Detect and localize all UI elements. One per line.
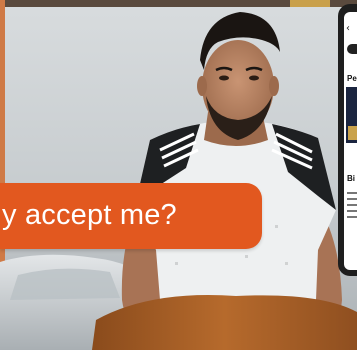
phone-text-2: Bi: [347, 174, 355, 183]
phone-ui: ‹ Pe Bi: [346, 14, 357, 269]
phone-text-1: Pe: [347, 74, 357, 83]
car-window: [10, 268, 120, 300]
phone-chip: [347, 44, 357, 54]
photo-scene: [0, 0, 357, 350]
speech-bubble-text: y accept me?: [2, 199, 177, 231]
speech-bubble: y accept me?: [0, 183, 262, 249]
chevron-left-icon[interactable]: ‹: [346, 24, 350, 34]
phone-thumbnail-accent: [348, 126, 357, 140]
phone-text-lines: [347, 192, 357, 222]
top-strip-accent: [290, 0, 330, 7]
